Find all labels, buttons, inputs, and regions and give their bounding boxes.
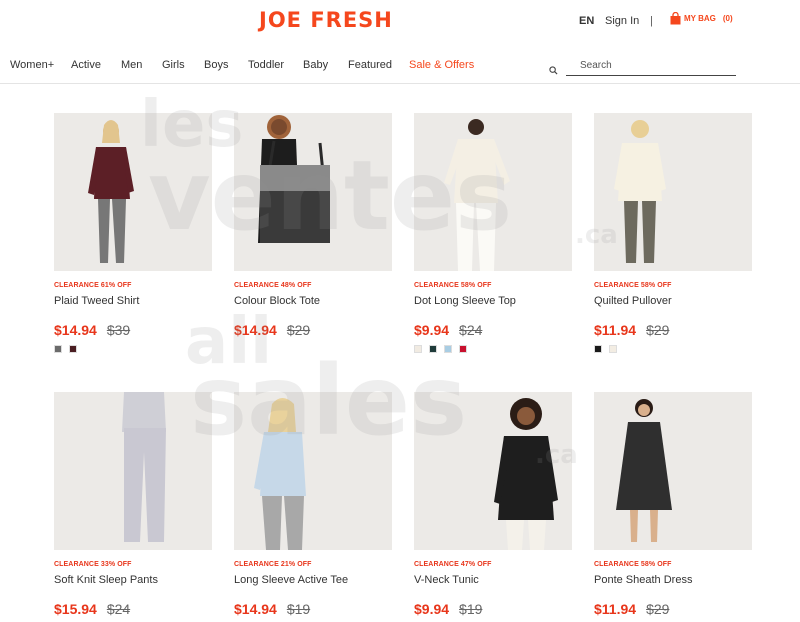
original-price: $24 [459,322,483,338]
sale-price: $11.94 [594,322,637,338]
product-image[interactable] [594,113,752,271]
header-separator: | [650,15,653,27]
shopping-bag-icon [670,11,681,25]
original-price: $29 [646,322,670,338]
my-bag-label: MY BAG [684,13,716,23]
price-row: $15.94 $24 [54,601,214,617]
clearance-badge: CLEARANCE 61% OFF [54,282,132,289]
product-image[interactable] [234,392,392,550]
search-icon[interactable] [549,62,559,75]
color-swatch[interactable] [459,345,467,353]
product-name[interactable]: Quilted Pullover [594,295,754,307]
product-card[interactable]: CLEARANCE 58% OFF Quilted Pullover $11.9… [594,113,754,353]
product-card[interactable]: CLEARANCE 58% OFF Dot Long Sleeve Top $9… [414,113,574,353]
product-image[interactable] [234,113,392,271]
original-price: $29 [646,601,670,617]
color-swatch[interactable] [69,345,77,353]
color-swatch[interactable] [594,345,602,353]
main-nav: Women+ Active Men Girls Boys Toddler Bab… [0,52,800,78]
price-row: $11.94 $29 [594,322,754,338]
clearance-badge: CLEARANCE 21% OFF [234,561,312,568]
color-swatches [594,345,754,353]
joe-fresh-logo[interactable]: JOE FRESH [259,8,393,32]
my-bag-button[interactable]: MY BAG (0) [670,11,733,25]
product-name[interactable]: Long Sleeve Active Tee [234,574,394,586]
clearance-badge: CLEARANCE 48% OFF [234,282,312,289]
nav-sale-offers[interactable]: Sale & Offers [409,59,474,71]
product-image[interactable] [594,392,752,550]
product-card[interactable]: CLEARANCE 61% OFF Plaid Tweed Shirt $14.… [54,113,214,353]
nav-featured[interactable]: Featured [348,59,392,71]
color-swatch[interactable] [609,345,617,353]
price-row: $14.94 $29 [234,322,394,338]
color-swatch[interactable] [414,345,422,353]
price-row: $14.94 $19 [234,601,394,617]
product-name[interactable]: Plaid Tweed Shirt [54,295,214,307]
clearance-badge: CLEARANCE 58% OFF [594,561,672,568]
language-toggle[interactable]: EN [579,15,594,27]
clearance-badge: CLEARANCE 33% OFF [54,561,132,568]
color-swatches [54,345,214,353]
clearance-badge: CLEARANCE 58% OFF [414,282,492,289]
color-swatch[interactable] [54,345,62,353]
nav-women[interactable]: Women+ [10,59,54,71]
price-row: $9.94 $19 [414,601,574,617]
product-name[interactable]: Soft Knit Sleep Pants [54,574,214,586]
sale-price: $14.94 [234,322,277,338]
original-price: $39 [106,322,131,338]
clearance-badge: CLEARANCE 58% OFF [594,282,672,289]
product-image[interactable] [414,113,572,271]
sale-price: $14.94 [54,322,97,338]
product-name[interactable]: Ponte Sheath Dress [594,574,754,586]
product-name[interactable]: Dot Long Sleeve Top [414,295,574,307]
product-image[interactable] [54,392,212,550]
sale-price: $11.94 [594,601,637,617]
color-swatch[interactable] [444,345,452,353]
color-swatches [414,345,574,353]
product-card[interactable]: CLEARANCE 48% OFF Colour Block Tote $14.… [234,113,394,345]
price-row: $11.94 $29 [594,601,754,617]
product-image[interactable] [414,392,572,550]
original-price: $19 [286,601,311,617]
sale-price: $9.94 [414,601,450,617]
product-card[interactable]: CLEARANCE 47% OFF V-Neck Tunic $9.94 $19 [414,392,574,622]
product-card[interactable]: CLEARANCE 33% OFF Soft Knit Sleep Pants … [54,392,214,622]
product-name[interactable]: Colour Block Tote [234,295,394,307]
color-swatch[interactable] [429,345,437,353]
sale-price: $9.94 [414,322,450,338]
bag-count: (0) [722,13,733,23]
product-name[interactable]: V-Neck Tunic [414,574,574,586]
product-card[interactable]: CLEARANCE 58% OFF Ponte Sheath Dress $11… [594,392,754,622]
nav-baby[interactable]: Baby [303,59,328,71]
nav-men[interactable]: Men [121,59,142,71]
original-price: $29 [286,322,311,338]
nav-girls[interactable]: Girls [162,59,185,71]
price-row: $9.94 $24 [414,322,574,338]
sale-price: $14.94 [234,601,277,617]
sale-price: $15.94 [54,601,97,617]
header-divider [0,83,800,84]
nav-toddler[interactable]: Toddler [248,59,284,71]
product-card[interactable]: CLEARANCE 21% OFF Long Sleeve Active Tee… [234,392,394,622]
nav-boys[interactable]: Boys [204,59,228,71]
price-row: $14.94 $39 [54,322,214,338]
product-image[interactable] [54,113,212,271]
site-header: JOE FRESH EN Sign In | MY BAG (0) [0,0,800,44]
sign-in-link[interactable]: Sign In [605,15,639,27]
original-price: $19 [459,601,483,617]
nav-active[interactable]: Active [71,59,101,71]
search-input[interactable] [566,56,736,76]
original-price: $24 [106,601,131,617]
clearance-badge: CLEARANCE 47% OFF [414,561,492,568]
